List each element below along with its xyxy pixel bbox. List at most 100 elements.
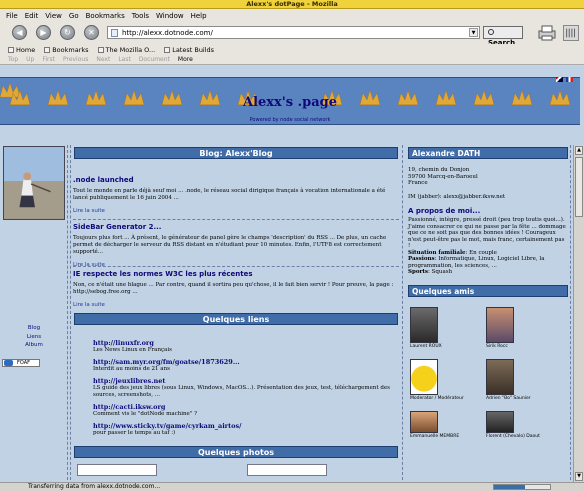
printer-icon[interactable] (536, 24, 558, 42)
language-flags (555, 76, 574, 84)
photo-thumbnail[interactable] (77, 464, 157, 476)
throbber-icon[interactable] (563, 25, 579, 41)
blog-post: SideBar Generator 2... Toujours plus for… (73, 223, 399, 268)
friend-card[interactable]: Moderator / Modérateur (410, 359, 485, 401)
progress-fill (494, 485, 525, 489)
site-navigation-bar: Top Up First Previous Next Last Document… (0, 55, 584, 65)
status-bar: Transferring data from alexx.dotnode.com… (0, 482, 584, 491)
banner-title: Alexx's .page (242, 95, 338, 110)
nav-next[interactable]: Next (96, 56, 110, 63)
scrollbar-thumb[interactable] (575, 157, 583, 217)
menu-edit[interactable]: Edit (25, 12, 39, 20)
photo-thumbnail[interactable] (247, 464, 327, 476)
link-url[interactable]: http://linuxfr.org (93, 339, 393, 347)
read-more-link[interactable]: Lire la suite (73, 302, 399, 308)
scroll-up-icon[interactable]: ▲ (575, 146, 583, 155)
home-bookmark[interactable]: Home (8, 46, 35, 54)
status-text: Transferring data from alexx.dotnode.com… (28, 483, 161, 490)
forward-button[interactable]: ▶ (36, 25, 51, 40)
stop-button[interactable]: ✕ (84, 25, 99, 40)
bookmarks-label: Bookmarks (52, 45, 89, 54)
foaf-badge[interactable]: FOAF (2, 359, 40, 367)
menu-bookmarks[interactable]: Bookmarks (86, 12, 125, 20)
reload-button[interactable]: ↻ (60, 25, 75, 40)
menu-go[interactable]: Go (69, 12, 79, 20)
sports-label: Sports (408, 269, 429, 275)
post-text: Toujours plus fort ... À présent, le gén… (73, 235, 387, 255)
friend-card[interactable]: Sirik Rocc (486, 307, 561, 349)
back-button[interactable]: ◀ (12, 25, 27, 40)
foaf-label: FOAF (17, 360, 31, 366)
link-url[interactable]: http://www.sticky.tv/game/cyrkam_airtos/ (93, 422, 393, 430)
post-title[interactable]: IE respecte les normes W3C les plus réce… (73, 270, 399, 278)
folder-icon (44, 46, 51, 53)
progress-bar (493, 484, 551, 490)
post-divider (73, 266, 399, 267)
menu-file[interactable]: File (6, 12, 18, 20)
menu-view[interactable]: View (45, 12, 62, 20)
uk-flag-icon[interactable] (556, 77, 563, 82)
link-desc: Les News Linux en Français (93, 347, 172, 353)
list-item: http://linuxfr.org Les News Linux en Fra… (93, 339, 393, 354)
scroll-down-icon[interactable]: ▼ (575, 472, 583, 481)
chevron-down-icon[interactable]: ▼ (469, 28, 478, 37)
read-more-link[interactable]: Lire la suite (73, 262, 399, 268)
bookmarks-button[interactable]: Bookmarks (44, 45, 89, 54)
post-title[interactable]: SideBar Generator 2... (73, 223, 399, 231)
avatar (486, 359, 514, 395)
address-line: France (408, 180, 428, 186)
link-url[interactable]: http://jeuxlibres.net (93, 377, 393, 385)
fr-flag-icon[interactable] (566, 77, 574, 82)
friend-card[interactable]: Emmanuelle MEMBRE (410, 411, 485, 439)
nav-last[interactable]: Last (118, 56, 131, 63)
nav-more[interactable]: More (178, 56, 193, 63)
post-divider (73, 219, 399, 220)
profile-address: 19, chemin du Donjon 59700 Marcq-en-Baro… (408, 167, 568, 187)
search-button[interactable]: Search (483, 26, 523, 47)
post-title[interactable]: .node launched (73, 176, 399, 184)
link-desc: Comment vis le "dotNode machine" ? (93, 411, 198, 417)
menu-tools[interactable]: Tools (132, 12, 149, 20)
mozilla-bookmark[interactable]: The Mozilla O... (97, 46, 155, 54)
menu-window[interactable]: Window (156, 12, 184, 20)
menu-bar: File Edit View Go Bookmarks Tools Window… (0, 9, 584, 22)
nav-document[interactable]: Document (139, 56, 170, 63)
avatar (410, 307, 438, 343)
blog-post: .node launched Tout le monde en parle dé… (73, 176, 399, 214)
friend-card[interactable]: Adrien "Bo" Saunier (486, 359, 561, 401)
blog-heading: Blog: Alexx'Blog (74, 147, 398, 159)
url-field[interactable]: http://alexx.dotnode.com/ ▼ (107, 26, 480, 39)
banner-subtitle: Powered by node social network (249, 117, 331, 123)
list-item: http://sam.myr.org/fm/goatse/1873629... … (93, 358, 393, 373)
about-title: A propos de moi... (408, 207, 481, 215)
link-url[interactable]: http://cacti.iksw.org (93, 403, 393, 411)
sports-value: : Squash (428, 269, 453, 275)
menu-help[interactable]: Help (191, 12, 207, 20)
nav-blog-link[interactable]: Blog (0, 324, 68, 333)
latest-builds-label: Latest Builds (172, 45, 215, 54)
links-list: http://linuxfr.org Les News Linux en Fra… (93, 339, 393, 441)
url-text: http://alexx.dotnode.com/ (122, 29, 213, 37)
nav-previous[interactable]: Previous (63, 56, 88, 63)
link-url[interactable]: http://sam.myr.org/fm/goatse/1873629... (93, 358, 393, 366)
list-item: http://jeuxlibres.net LS guide des jeux … (93, 377, 393, 399)
nav-top[interactable]: Top (8, 56, 18, 63)
about-body: Passionné, intègre, pressé droit (peu tr… (408, 217, 566, 249)
nav-liens-link[interactable]: Liens (0, 333, 68, 342)
post-text: Non, ce n'était une blague ... Par contr… (73, 282, 394, 295)
page-content: Alexx's .page Powered by node social net… (0, 66, 584, 482)
links-heading: Quelques liens (74, 313, 398, 325)
nav-album-link[interactable]: Album (0, 341, 68, 350)
profile-im: IM (jabber): alexx@jabber.iksw.net (408, 194, 506, 200)
nav-up[interactable]: Up (26, 56, 34, 63)
vertical-scrollbar[interactable]: ▲ ▼ (573, 145, 584, 482)
page-icon (111, 29, 118, 37)
friend-card[interactable]: Laurent ROUX (410, 307, 485, 349)
left-column: Blog Liens Album FOAF (0, 145, 68, 482)
blog-post: IE respecte les normes W3C les plus réce… (73, 270, 399, 308)
nav-first[interactable]: First (42, 56, 55, 63)
friend-card[interactable]: Florent (Chevalo) Daout (486, 411, 561, 439)
latest-builds-bookmark[interactable]: Latest Builds (164, 46, 214, 54)
read-more-link[interactable]: Lire la suite (73, 208, 399, 214)
foaf-icon (4, 360, 13, 366)
